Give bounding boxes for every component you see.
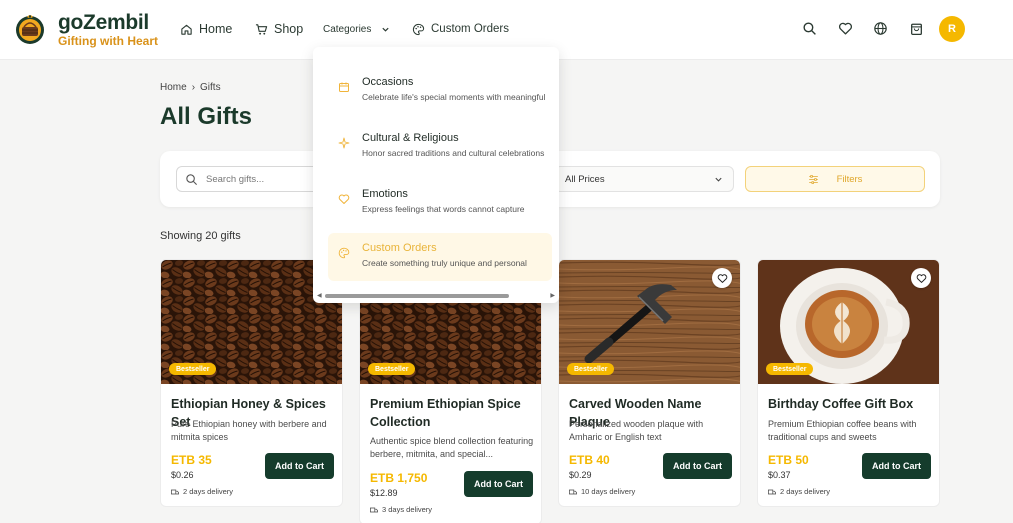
avatar[interactable]: R [939,16,965,42]
category-cultural-religious[interactable]: Cultural & Religious Honor sacred tradit… [328,123,552,171]
heart-icon [338,194,350,204]
page-title: All Gifts [160,103,253,130]
heart-icon [916,273,926,283]
bestseller-badge: Bestseller [567,363,615,375]
category-title: Custom Orders [362,242,437,254]
search-icon[interactable] [802,21,817,36]
bestseller-badge: Bestseller [368,363,416,375]
nav-custom-orders-label: Custom Orders [431,23,509,35]
sparkle-icon [338,137,350,149]
product-card[interactable]: Bestseller Carved Wooden Name Plaque Per… [558,259,741,507]
category-description: Celebrate life's special moments with me… [362,92,546,102]
truck-icon [768,489,776,494]
product-price-etb: ETB 50 [768,453,809,467]
search-icon [186,173,198,185]
price-select[interactable]: All Prices [554,166,734,192]
horizontal-scrollbar[interactable]: ◀ ▶ [317,293,555,299]
product-description: Authentic spice blend collection featuri… [370,436,534,459]
brand-name: goZembil [58,11,149,34]
category-title: Occasions [362,76,414,88]
bestseller-badge: Bestseller [766,363,814,375]
product-price-usd: $0.29 [569,470,592,480]
product-price-etb: ETB 40 [569,453,610,467]
delivery-text: 2 days delivery [780,487,831,496]
product-price-usd: $0.26 [171,470,194,480]
nav-custom-orders[interactable]: Custom Orders [412,21,509,37]
favorite-button[interactable] [911,268,931,288]
product-description: Personalized wooden plaque with Amharic … [569,419,704,442]
nav-categories[interactable]: Categories [323,21,390,37]
categories-dropdown: Occasions Celebrate life's special momen… [313,47,559,303]
brand[interactable]: goZembil Gifting with Heart [58,12,158,48]
add-to-cart-button[interactable]: Add to Cart [663,453,732,479]
home-icon [181,24,192,35]
category-description: Honor sacred traditions and cultural cel… [362,148,545,158]
gift-basket-logo-icon[interactable] [14,11,46,45]
nav-shop-label: Shop [274,22,304,36]
category-emotions[interactable]: Emotions Express feelings that words can… [328,179,552,227]
nav-shop[interactable]: Shop [255,21,303,37]
add-to-cart-button[interactable]: Add to Cart [862,453,931,479]
category-title: Cultural & Religious [362,132,459,144]
filters-button-label: Filters [836,173,863,185]
category-occasions[interactable]: Occasions Celebrate life's special momen… [328,67,552,115]
palette-icon [338,247,350,259]
chevron-down-icon [382,27,389,32]
palette-icon [412,23,425,35]
add-to-cart-button[interactable]: Add to Cart [265,453,334,479]
product-card[interactable]: Bestseller Birthday Coffee Gift Box Prem… [757,259,940,507]
add-to-cart-button[interactable]: Add to Cart [464,471,533,497]
delivery-info: 3 days delivery [370,505,432,514]
shopping-bag-icon[interactable] [909,21,924,36]
product-price-etb: ETB 35 [171,453,212,467]
product-description: Premium Ethiopian coffee beans with trad… [768,419,917,442]
truck-icon [370,507,378,512]
product-price-usd: $12.89 [370,488,398,498]
product-title[interactable]: Birthday Coffee Gift Box [768,395,933,413]
category-description: Express feelings that words cannot captu… [362,204,525,214]
sliders-icon [808,174,818,184]
calendar-icon [339,82,349,92]
breadcrumb-separator: › [191,82,196,93]
product-price-etb: ETB 1,750 [370,471,428,485]
heart-icon[interactable] [838,21,853,36]
category-title: Emotions [362,188,408,200]
search-field[interactable] [176,166,336,192]
cart-icon [255,23,268,35]
category-custom-orders[interactable]: Custom Orders Create something truly uni… [328,233,552,281]
breadcrumb-home[interactable]: Home [160,82,187,93]
results-count: Showing 20 gifts [160,230,241,242]
heart-icon [717,273,727,283]
breadcrumb: Home › Gifts [160,82,221,93]
nav-categories-label: Categories [323,23,372,35]
filters-button[interactable]: Filters [745,166,925,192]
price-select-value: All Prices [565,173,605,185]
globe-icon[interactable] [873,21,888,36]
favorite-button[interactable] [712,268,732,288]
delivery-info: 2 days delivery [171,487,233,496]
scroll-left-icon[interactable]: ◀ [317,293,322,299]
delivery-text: 10 days delivery [581,487,636,496]
delivery-text: 2 days delivery [183,487,234,496]
scroll-right-icon[interactable]: ▶ [550,293,555,299]
delivery-info: 2 days delivery [768,487,830,496]
bestseller-badge: Bestseller [169,363,217,375]
category-description: Create something truly unique and person… [362,258,527,268]
product-description: Pure Ethiopian honey with berbere and mi… [171,419,327,442]
nav-home[interactable]: Home [180,21,232,37]
product-title[interactable]: Premium Ethiopian Spice Collection [370,395,535,431]
delivery-info: 10 days delivery [569,487,635,496]
breadcrumb-current: Gifts [200,82,221,93]
chevron-down-icon [715,177,722,182]
truck-icon [171,489,179,494]
delivery-text: 3 days delivery [382,505,433,514]
search-input[interactable] [206,173,326,185]
scrollbar-thumb[interactable] [325,294,509,298]
truck-icon [569,489,577,494]
nav-home-label: Home [199,22,233,36]
product-price-usd: $0.37 [768,470,791,480]
brand-tagline: Gifting with Heart [58,34,158,48]
